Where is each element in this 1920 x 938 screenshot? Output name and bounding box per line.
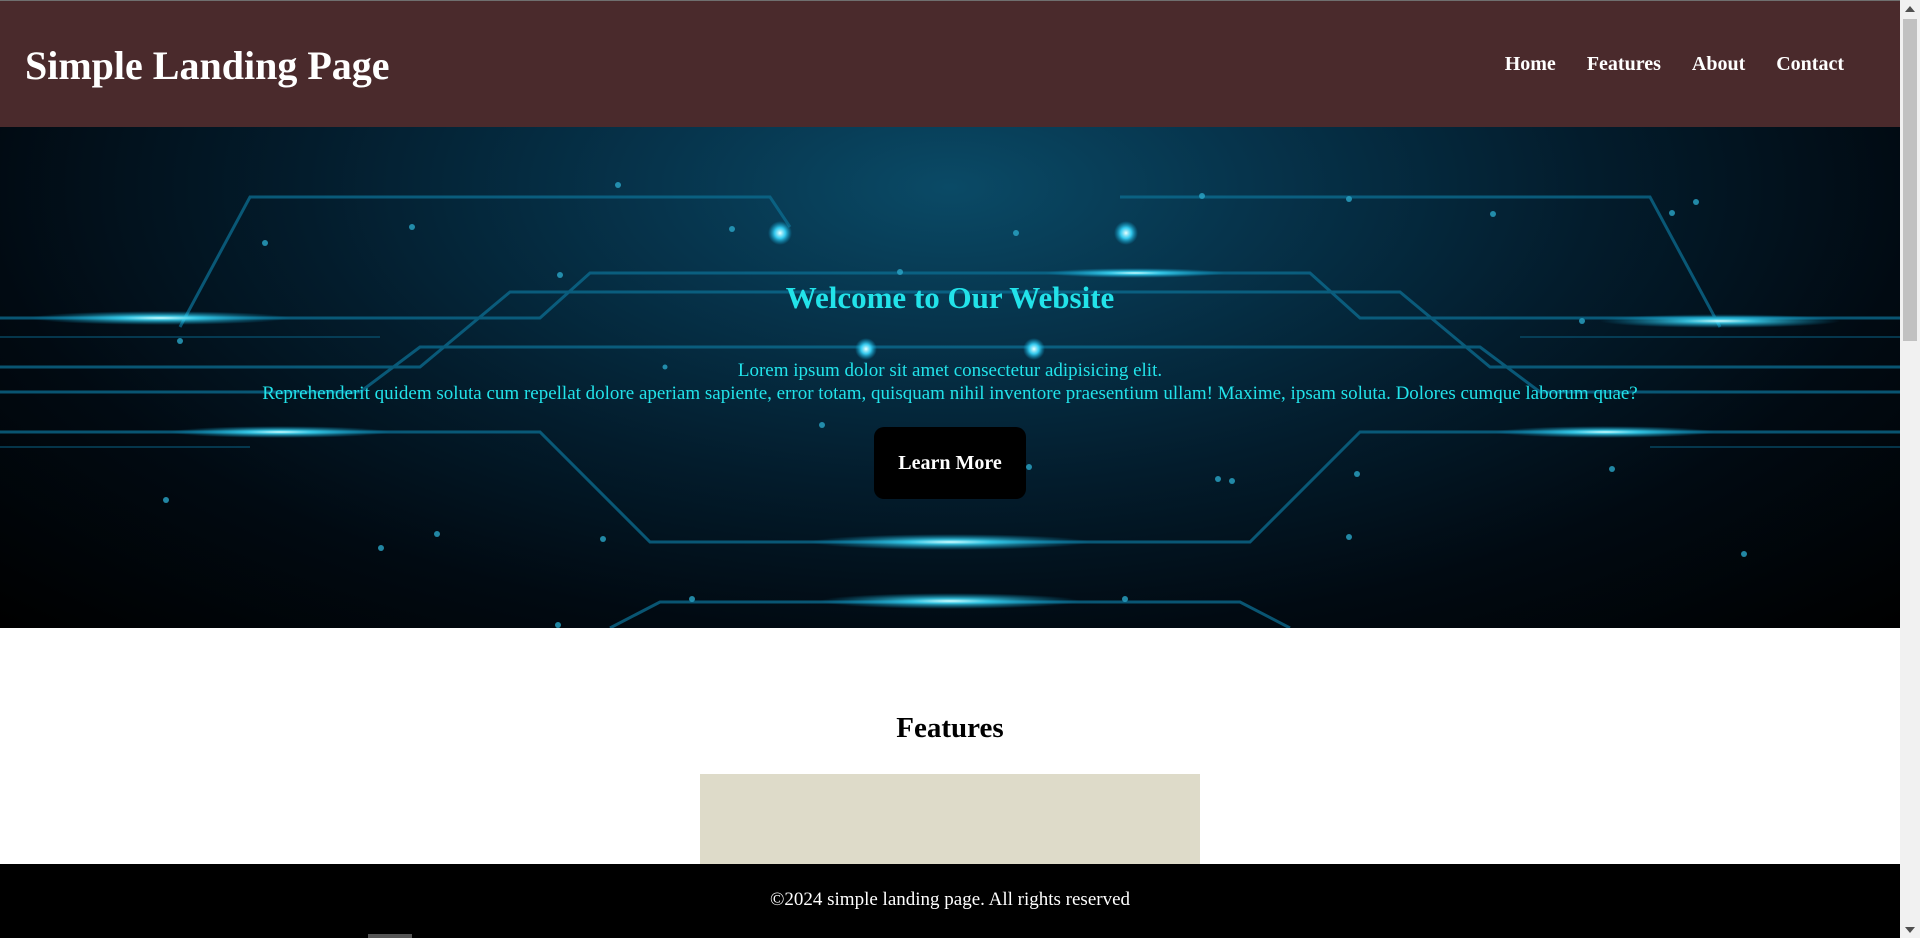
- site-brand[interactable]: Simple Landing Page: [25, 42, 390, 89]
- learn-more-button[interactable]: Learn More: [874, 427, 1026, 499]
- hero-title: Welcome to Our Website: [785, 280, 1115, 315]
- nav-features[interactable]: Features: [1587, 53, 1661, 76]
- site-header: Simple Landing Page Home Features About …: [0, 1, 1900, 127]
- hero-section: Welcome to Our Website Lorem ipsum dolor…: [0, 127, 1900, 628]
- nav-home[interactable]: Home: [1505, 53, 1556, 76]
- features-heading: Features: [896, 712, 1004, 744]
- scroll-down-arrow-icon[interactable]: [1900, 921, 1920, 938]
- feature-card: [700, 774, 1200, 866]
- vertical-scrollbar[interactable]: [1900, 0, 1920, 938]
- hero-description-line-2: Reprehenderit quidem soluta cum repellat…: [262, 383, 1638, 404]
- nav-contact[interactable]: Contact: [1776, 53, 1844, 76]
- page-viewport: Simple Landing Page Home Features About …: [0, 0, 1900, 938]
- hero-description: Lorem ipsum dolor sit amet consectetur a…: [0, 359, 1900, 405]
- scrollbar-thumb[interactable]: [1903, 19, 1917, 341]
- top-border: [0, 0, 1900, 1]
- horizontal-scroll-indicator: [368, 934, 412, 938]
- hero-content: Welcome to Our Website Lorem ipsum dolor…: [0, 127, 1900, 628]
- features-section: Features: [0, 628, 1900, 866]
- scroll-up-arrow-icon[interactable]: [1900, 0, 1920, 17]
- nav-about[interactable]: About: [1692, 53, 1745, 76]
- hero-description-line-1: Lorem ipsum dolor sit amet consectetur a…: [737, 360, 1163, 381]
- main-nav: Home Features About Contact: [1505, 53, 1844, 76]
- footer-copyright: ©2024 simple landing page. All rights re…: [769, 889, 1131, 910]
- site-footer: ©2024 simple landing page. All rights re…: [0, 864, 1900, 938]
